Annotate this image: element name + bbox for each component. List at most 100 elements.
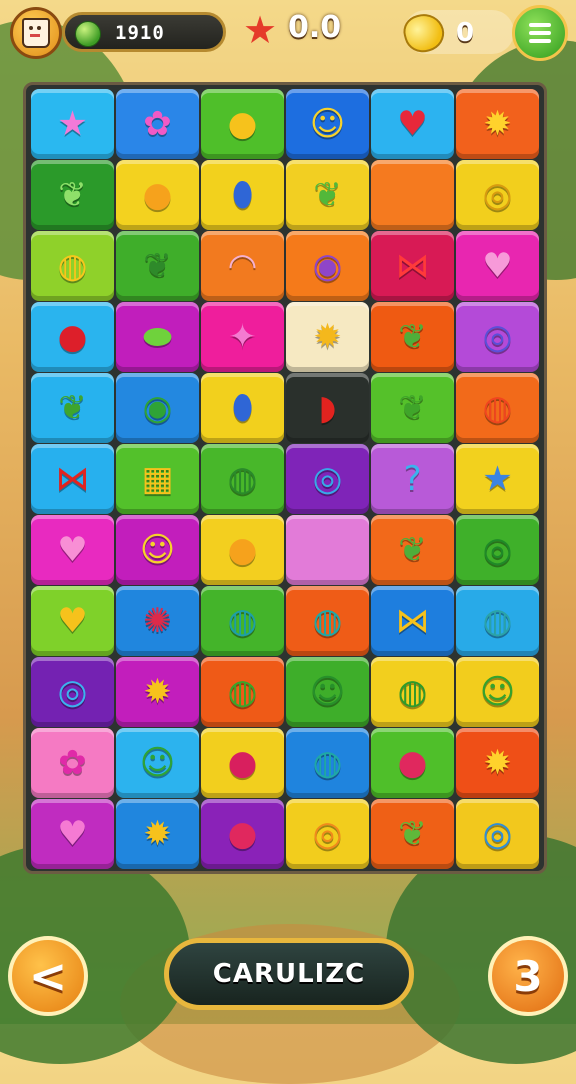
egg-icon: ● [227, 743, 258, 783]
cherry-icon: ● [57, 317, 88, 357]
heart-icon: ♥ [482, 246, 513, 286]
spiral-icon: ◎ [482, 814, 513, 854]
board-tile[interactable]: ✿ [31, 728, 114, 798]
heart-icon: ♥ [57, 601, 88, 641]
board-tile[interactable]: ✹ [286, 302, 369, 372]
board-tile[interactable]: ❦ [286, 160, 369, 230]
board-tile[interactable] [286, 515, 369, 585]
board-tile[interactable]: ✹ [116, 799, 199, 869]
board-tile[interactable]: ? [371, 444, 454, 514]
board-tile[interactable]: ⋈ [371, 586, 454, 656]
question-icon: ? [403, 459, 422, 499]
board-tile[interactable]: ◎ [456, 799, 539, 869]
menu-button[interactable] [512, 5, 568, 61]
board-tile[interactable]: ● [371, 728, 454, 798]
profile-cup-button[interactable] [10, 7, 62, 59]
board-tile[interactable]: ✺ [116, 586, 199, 656]
swirl-icon: ◍ [227, 459, 258, 499]
board-tile[interactable]: ✹ [116, 657, 199, 727]
leaf-icon: ❦ [398, 388, 427, 428]
level-button[interactable]: 3 [488, 936, 568, 1016]
leaf-icon: ❦ [398, 814, 427, 854]
board-tile[interactable]: ♥ [31, 515, 114, 585]
board-tile[interactable]: ✿ [116, 89, 199, 159]
board-tile[interactable]: ❦ [31, 160, 114, 230]
board-tile[interactable]: ❦ [31, 373, 114, 443]
berry-icon: ✺ [143, 601, 172, 641]
board-tile[interactable]: ♥ [31, 799, 114, 869]
board-tile[interactable]: ● [116, 160, 199, 230]
heart-icon: ♥ [57, 530, 88, 570]
board-tile[interactable]: ✹ [456, 89, 539, 159]
swirl-icon: ◍ [227, 601, 258, 641]
board-tile[interactable]: ☺ [116, 515, 199, 585]
leaf-icon: ❦ [398, 317, 427, 357]
board-tile[interactable]: ◗ [286, 373, 369, 443]
board-tile[interactable]: ◉ [286, 231, 369, 301]
board-tile[interactable]: ◍ [456, 373, 539, 443]
board-tile[interactable]: ◎ [286, 444, 369, 514]
board-tile[interactable]: ◍ [286, 728, 369, 798]
apple-icon: ● [142, 175, 173, 215]
board-tile[interactable]: ⋈ [31, 444, 114, 514]
egg-icon: ● [227, 814, 258, 854]
board-tile[interactable]: ◉ [116, 373, 199, 443]
board-tile[interactable]: ❦ [371, 515, 454, 585]
board-tile[interactable]: ◍ [286, 586, 369, 656]
board-tile[interactable]: ◍ [201, 586, 284, 656]
board-tile[interactable]: ● [201, 515, 284, 585]
flower-icon: ✿ [143, 104, 172, 144]
board-tile[interactable]: ◎ [456, 160, 539, 230]
board-tile[interactable]: ☺ [456, 657, 539, 727]
board-tile[interactable]: ◍ [31, 231, 114, 301]
board-tile[interactable]: ◍ [201, 444, 284, 514]
board-tile[interactable]: ♥ [456, 231, 539, 301]
board-tile[interactable] [371, 160, 454, 230]
board-tile[interactable]: ◎ [456, 302, 539, 372]
board-tile[interactable]: ✦ [201, 302, 284, 372]
board-tile[interactable]: ♥ [371, 89, 454, 159]
board-tile[interactable]: ♥ [31, 586, 114, 656]
action-button[interactable]: CARULIZC [164, 938, 414, 1010]
board-tile[interactable]: ⬬ [116, 302, 199, 372]
board-tile[interactable]: ☺ [286, 89, 369, 159]
spiral-icon: ◎ [312, 459, 343, 499]
top-hud: 1910 ★ 0.0 0 [0, 0, 576, 66]
board-tile[interactable]: ◠ [201, 231, 284, 301]
board-tile[interactable]: ❦ [371, 373, 454, 443]
board-tile[interactable]: ● [201, 728, 284, 798]
board-tile[interactable]: ☺ [286, 657, 369, 727]
spiral-icon: ◎ [312, 814, 343, 854]
board-tile[interactable]: ★ [456, 444, 539, 514]
score-value: 0.0 [288, 10, 342, 45]
spiral-icon: ◎ [482, 175, 513, 215]
board-tile[interactable]: ● [201, 89, 284, 159]
board-tile[interactable]: ● [31, 302, 114, 372]
leaf-icon: ❦ [313, 175, 342, 215]
board-tile[interactable]: ◎ [286, 799, 369, 869]
board-tile[interactable]: ◍ [456, 586, 539, 656]
swirl-icon: ◍ [312, 601, 343, 641]
heart-icon: ♥ [57, 814, 88, 854]
coin-counter: 1910 [62, 12, 226, 52]
board-tile[interactable]: ✹ [456, 728, 539, 798]
swirl-icon: ◍ [57, 246, 88, 286]
board-tile[interactable]: ⬮ [201, 373, 284, 443]
board-tile[interactable]: ◎ [31, 657, 114, 727]
swirl-icon: ◍ [397, 672, 428, 712]
action-button-label: CARULIZC [212, 959, 366, 989]
board-tile[interactable]: ☺ [116, 728, 199, 798]
spiral-icon: ◎ [57, 672, 88, 712]
board-tile[interactable]: ◍ [371, 657, 454, 727]
board-tile[interactable]: ◍ [201, 657, 284, 727]
board-tile[interactable]: ▦ [116, 444, 199, 514]
board-tile[interactable]: ★ [31, 89, 114, 159]
board-tile[interactable]: ◎ [456, 515, 539, 585]
board-tile[interactable]: ❦ [116, 231, 199, 301]
board-tile[interactable]: ⬮ [201, 160, 284, 230]
board-tile[interactable]: ⋈ [371, 231, 454, 301]
board-tile[interactable]: ❦ [371, 302, 454, 372]
board-tile[interactable]: ● [201, 799, 284, 869]
board-tile[interactable]: ❦ [371, 799, 454, 869]
back-button[interactable]: < [8, 936, 88, 1016]
